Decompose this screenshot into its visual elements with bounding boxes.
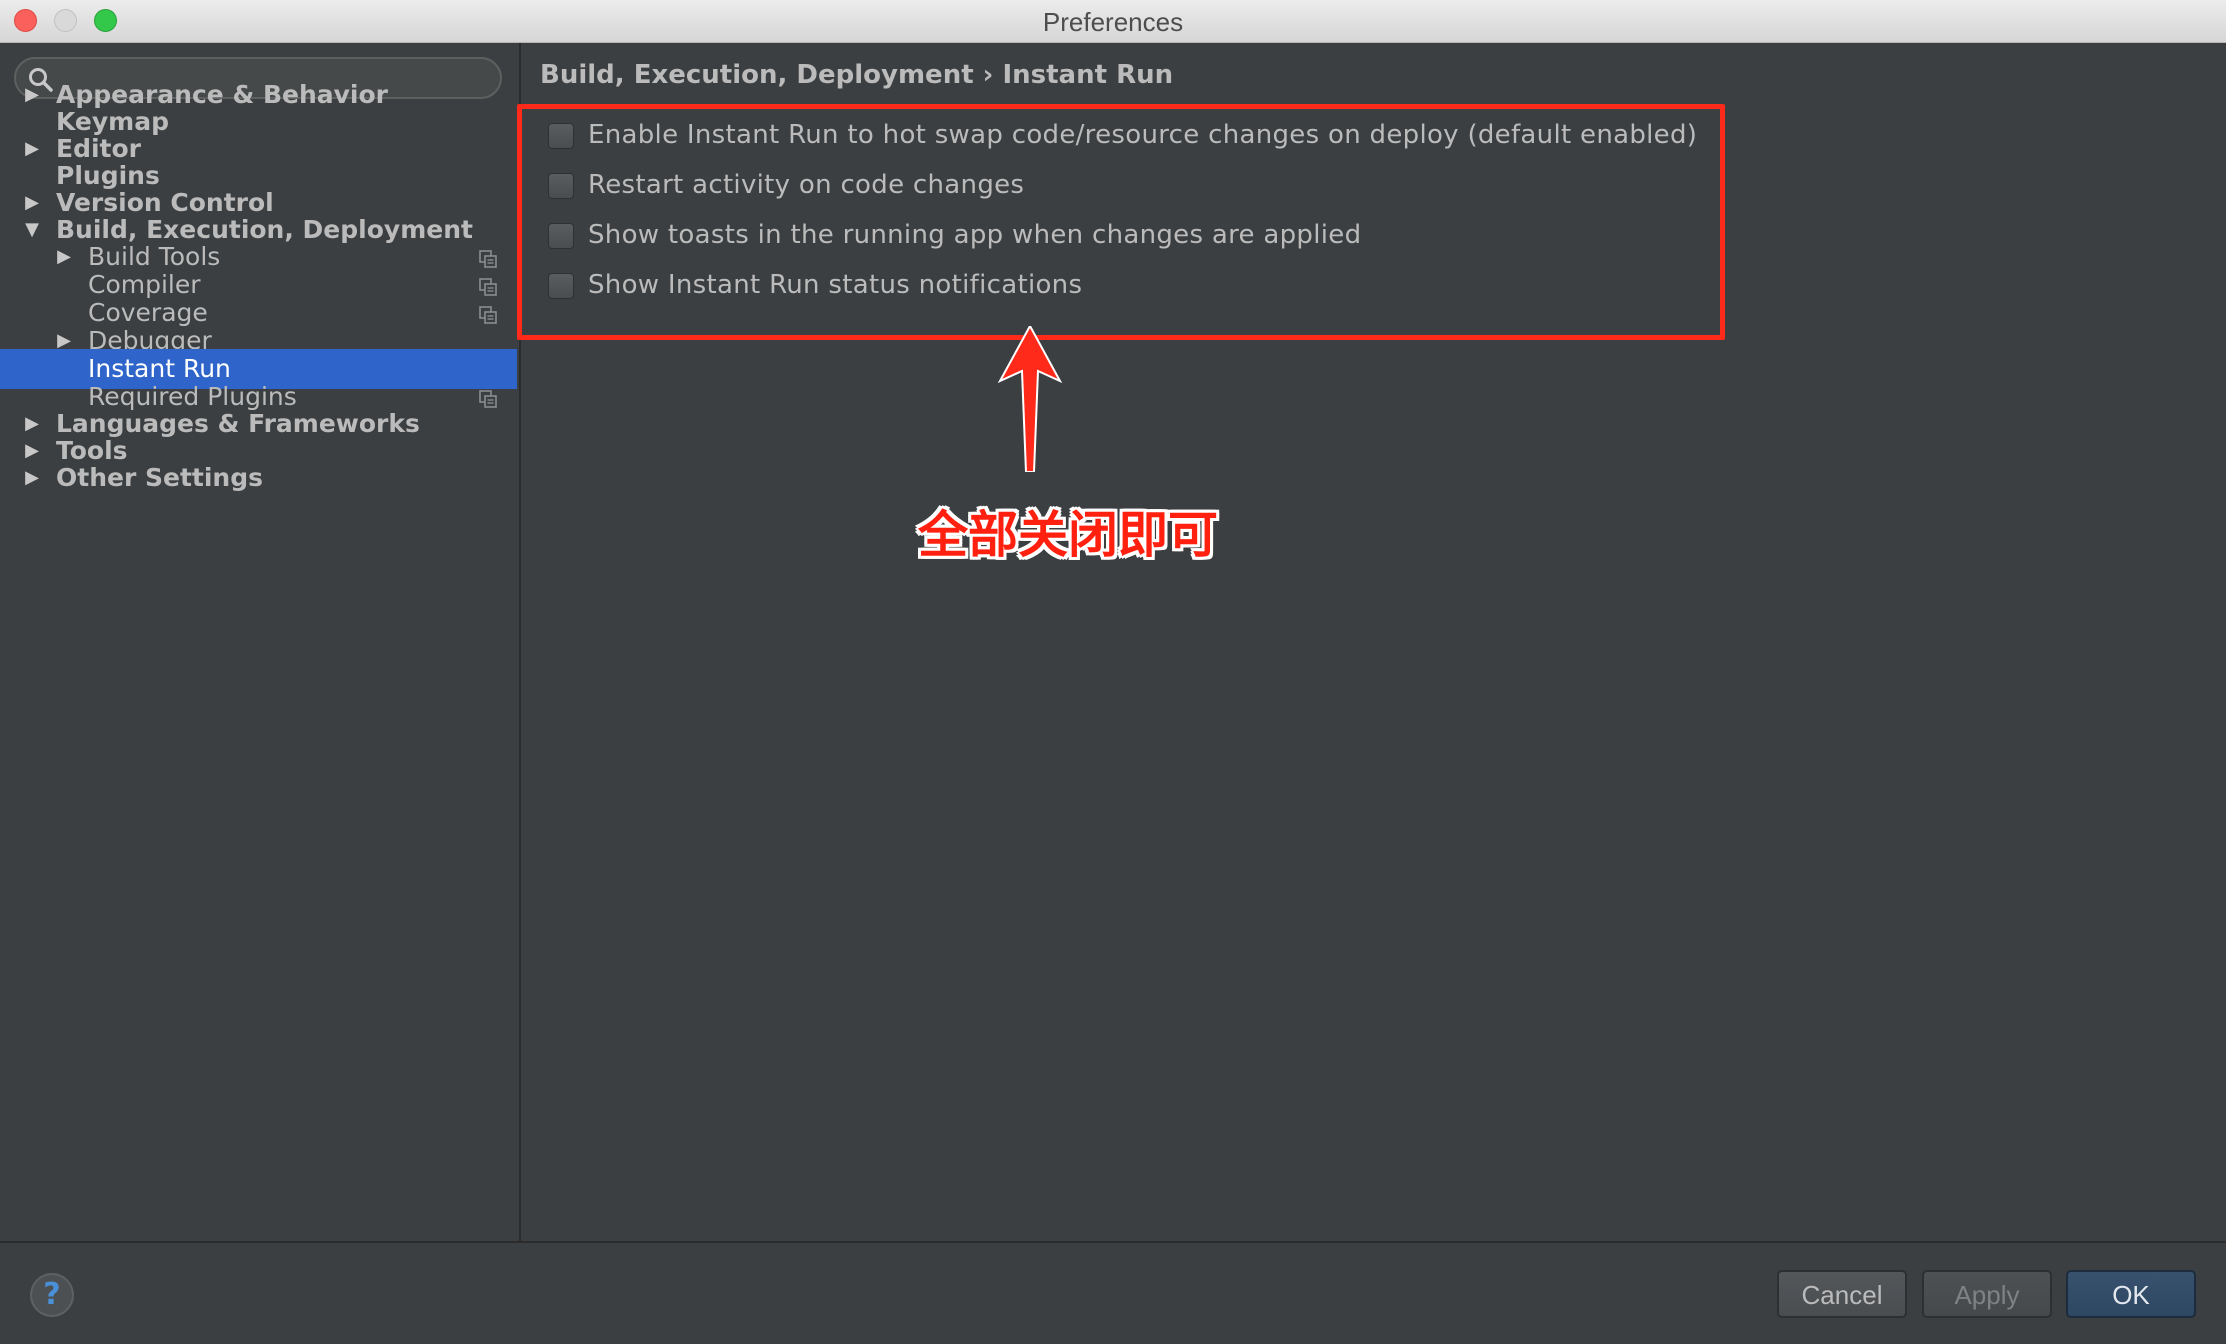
dialog-footer: ? Cancel Apply OK bbox=[0, 1241, 2226, 1344]
settings-sidebar: ▶ Appearance & Behavior Keymap ▶ Editor Plugi… bbox=[0, 43, 521, 1241]
annotation-text: 全部关闭即可 bbox=[918, 506, 1218, 564]
help-button[interactable]: ? bbox=[30, 1273, 74, 1317]
annotation-highlight-box bbox=[517, 104, 1725, 340]
annotation-arrow-icon bbox=[997, 326, 1063, 472]
expand-right-arrow-icon[interactable]: ▶ bbox=[20, 459, 44, 497]
breadcrumb: Build, Execution, Deployment › Instant R… bbox=[540, 60, 1174, 90]
ok-button[interactable]: OK bbox=[2066, 1270, 2196, 1318]
title-bar: Preferences bbox=[0, 0, 2226, 43]
sidebar-item-label: Other Settings bbox=[56, 463, 263, 492]
sidebar-item[interactable]: ▶ Other Settings bbox=[0, 459, 517, 497]
apply-button[interactable]: Apply bbox=[1922, 1270, 2052, 1318]
cancel-button[interactable]: Cancel bbox=[1777, 1270, 1907, 1318]
window-title: Preferences bbox=[1042, 7, 1184, 37]
